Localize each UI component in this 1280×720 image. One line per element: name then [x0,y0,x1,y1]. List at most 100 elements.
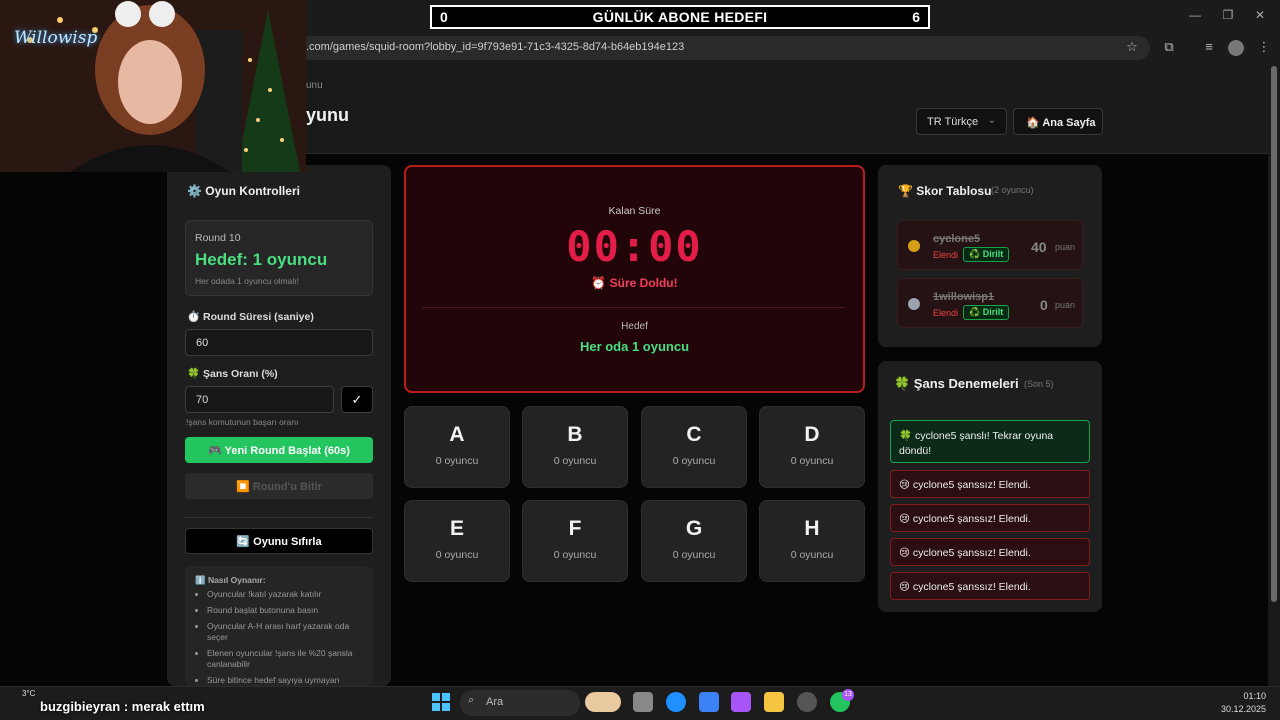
room-letter: F [568,517,582,540]
howto-item: Round başlat butonuna basın [207,605,363,616]
task-view-icon[interactable] [633,692,653,712]
target-label: Hedef [621,321,648,332]
timer-value: 00:00 [566,222,703,271]
scoreboard-subtitle: (2 oyuncu) [991,185,1034,195]
gold-medal-icon [908,240,920,252]
webcam-overlay: Willowisp [0,0,306,172]
bookmark-star-icon[interactable]: ☆ [1123,39,1141,57]
goal-title: GÜNLÜK ABONE HEDEFI [592,9,768,25]
room-card-b[interactable]: B 0 oyuncu [522,406,628,488]
duration-input[interactable]: 60 [185,329,373,356]
address-bar[interactable]: .com/games/squid-room?lobby_id=9f793e91-… [290,36,1150,60]
player-points: 40 [1031,239,1047,255]
points-unit: puan [1055,242,1076,252]
room-count: 0 oyuncu [672,455,716,467]
target-value: Her oda 1 oyuncu [579,339,690,354]
sub-goal-banner: 0 GÜNLÜK ABONE HEDEFI 6 [430,5,930,29]
chevron-down-icon: ⌄ [987,115,996,126]
clock-time: 01:10 [1243,691,1266,701]
system-clock[interactable]: 01:10 30.12.2025 [1210,690,1266,716]
goal-current: 0 [440,9,448,25]
player-name: cyclone5 [933,233,981,245]
room-card-d[interactable]: D 0 oyuncu [759,406,865,488]
room-letter: E [449,517,464,540]
chance-hint: !şans komutunun başarı oranı [186,417,299,427]
language-value: TR Türkçe [927,116,979,128]
chat-message: buzgibieyran : merak ettım [40,699,205,714]
room-count: 0 oyuncu [553,455,597,467]
widget-icon[interactable] [585,692,621,712]
close-icon[interactable]: ✕ [1251,8,1269,24]
room-count: 0 oyuncu [553,549,597,561]
end-round-button[interactable]: ⏹️ Round'u Bitir [185,473,373,499]
chat-user: buzgibieyran [40,699,121,714]
search-placeholder: Ara [486,696,504,708]
room-card-c[interactable]: C 0 oyuncu [641,406,747,488]
round-goal: Hedef: 1 oyuncu [195,250,328,269]
media-icon[interactable]: ≡ [1200,39,1218,57]
home-button[interactable]: 🏠 Ana Sayfa [1013,108,1103,135]
round-label: Round 10 [195,232,241,244]
chance-save-button[interactable]: ✓ [341,386,373,413]
luck-fail-entry: 😢 cyclone5 şanssız! Elendi. [890,572,1090,600]
minimize-icon[interactable]: — [1186,8,1204,24]
page-title: yunu [306,105,349,125]
timer-label: Kalan Süre [608,205,661,217]
how-to-play-box: ℹ️ Nasıl Oynanır: Oyuncular !katıl yazar… [185,566,373,686]
room-card-a[interactable]: A 0 oyuncu [404,406,510,488]
copilot-icon[interactable] [731,692,751,712]
controls-title: ⚙️ Oyun Kontrolleri [187,184,300,198]
howto-item: Oyuncular !katıl yazarak katılır [207,589,363,600]
room-card-g[interactable]: G 0 oyuncu [641,500,747,582]
streamer-logo: Willowisp [14,28,98,48]
reset-game-button[interactable]: 🔄 Oyunu Sıfırla [185,528,373,554]
room-card-e[interactable]: E 0 oyuncu [404,500,510,582]
restore-icon[interactable]: ❐ [1219,8,1237,24]
edge-icon[interactable] [666,692,686,712]
chance-label: 🍀 Şans Oranı (%) [187,368,278,380]
room-card-f[interactable]: F 0 oyuncu [522,500,628,582]
room-count: 0 oyuncu [790,455,834,467]
scoreboard-title: 🏆 Skor Tablosu [898,184,992,198]
start-round-button[interactable]: 🎮 Yeni Round Başlat (60s) [185,437,373,463]
luck-fail-entry: 😢 cyclone5 şanssız! Elendi. [890,538,1090,566]
howto-title: ℹ️ Nasıl Oynanır: [195,575,266,585]
timer-status: ⏰ Süre Doldu! [591,276,678,290]
duration-label: ⏱️ Round Süresi (saniye) [187,311,314,323]
chance-input[interactable]: 70 [185,386,334,413]
room-count: 0 oyuncu [790,549,834,561]
language-select[interactable]: TR Türkçe ⌄ [916,108,1007,135]
weather-temp: 3°C [22,689,36,698]
notification-badge: 13 [842,689,854,701]
room-letter: H [804,517,820,540]
player-status: Elendi [933,308,959,318]
howto-item: Elenen oyuncular !şans ile %20 şansla ca… [207,648,363,670]
luck-success-entry: 🍀 cyclone5 şanslı! Tekrar oyuna döndü! [890,420,1090,463]
webcam-image [0,0,306,172]
room-card-h[interactable]: H 0 oyuncu [759,500,865,582]
extensions-icon[interactable]: ⧉ [1160,39,1178,57]
room-letter: A [449,423,465,446]
goal-target: 6 [912,9,920,25]
player-points: 0 [1040,297,1048,313]
revive-button[interactable]: ♻️ Dirilt [963,247,1010,262]
file-explorer-icon[interactable] [764,692,784,712]
menu-icon[interactable]: ⋮ [1255,39,1273,57]
points-unit: puan [1055,300,1076,310]
scrollbar-thumb[interactable] [1271,66,1277,602]
taskbar-search[interactable]: Ara [460,690,580,716]
divider [185,517,373,518]
profile-avatar[interactable] [1228,40,1244,56]
luck-subtitle: (Son 5) [1024,379,1054,389]
store-icon[interactable] [699,692,719,712]
room-count: 0 oyuncu [435,455,479,467]
round-goal-note: Her odada 1 oyuncu olmalı! [195,276,299,286]
start-menu-icon[interactable] [432,693,450,711]
breadcrumb: unu [306,80,323,91]
player-name: 1willowisp1 [933,291,995,303]
room-count: 0 oyuncu [435,549,479,561]
howto-item: Oyuncular A-H arası harf yazarak oda seç… [207,621,363,643]
chrome-icon[interactable] [797,692,817,712]
revive-button[interactable]: ♻️ Dirilt [963,305,1010,320]
room-letter: G [685,517,703,540]
